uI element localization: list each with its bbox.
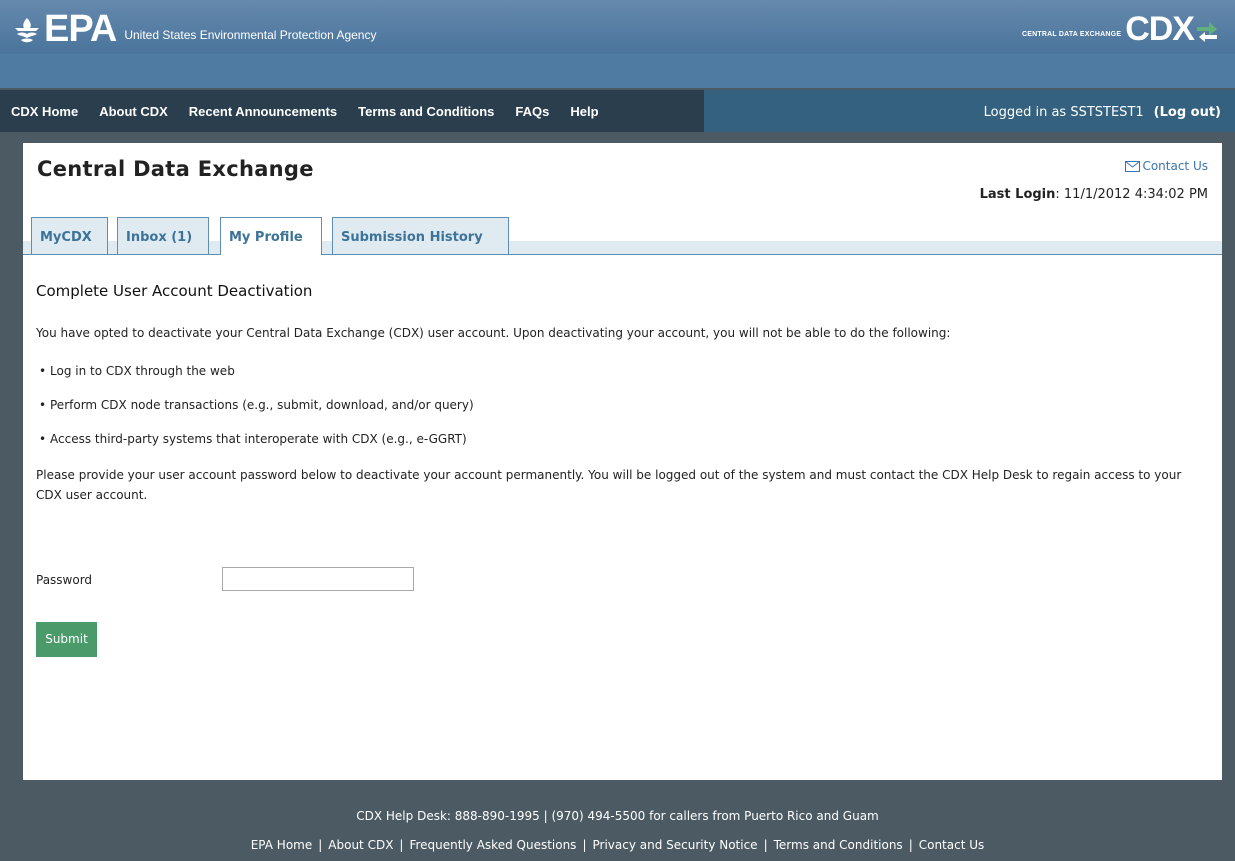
main-panel: Central Data Exchange Contact Us Last Lo… <box>23 143 1222 780</box>
epa-wordmark: EPA <box>44 8 117 50</box>
footer-link-about-cdx[interactable]: About CDX <box>328 838 393 852</box>
tab-inbox[interactable]: Inbox (1) <box>117 217 209 254</box>
cdx-subtitle: CENTRAL DATA EXCHANGE <box>1021 31 1122 38</box>
instruction-text: Please provide your user account passwor… <box>36 468 1182 502</box>
list-item-text: Access third-party systems that interope… <box>50 432 467 446</box>
nav-list: CDX Home About CDX Recent Announcements … <box>0 90 608 132</box>
list-item: • Access third-party systems that interop… <box>36 432 474 466</box>
nav-item-cdx-home[interactable]: CDX Home <box>0 104 87 119</box>
last-login: Last Login: 11/1/2012 4:34:02 PM <box>980 187 1208 202</box>
footer-link-terms[interactable]: Terms and Conditions <box>774 838 903 852</box>
footer-link-contact-us[interactable]: Contact Us <box>919 838 985 852</box>
consequence-list: • Log in to CDX through the web • Perform … <box>36 364 474 466</box>
site-footer: CDX Help Desk: 888-890-1995 | (970) 494-… <box>0 780 1235 861</box>
tab-divider <box>23 254 1222 255</box>
footer-link-epa-home[interactable]: EPA Home <box>251 838 313 852</box>
epa-logo[interactable]: EPA United States Environmental Protecti… <box>12 8 377 50</box>
nav-item-help[interactable]: Help <box>558 104 607 119</box>
list-item-text: Perform CDX node transactions (e.g., sub… <box>50 398 474 412</box>
submit-button[interactable]: Submit <box>36 622 97 657</box>
page-title: Central Data Exchange <box>37 157 314 181</box>
contact-us-label: Contact Us <box>1142 159 1208 173</box>
envelope-icon <box>1125 160 1141 172</box>
password-field[interactable] <box>222 567 414 591</box>
password-label: Password <box>36 573 93 587</box>
cdx-wordmark: CDX <box>1125 10 1195 48</box>
nav-item-faqs[interactable]: FAQs <box>503 104 558 119</box>
list-item-text: Log in to CDX through the web <box>50 364 235 378</box>
tab-mycdx[interactable]: MyCDX <box>31 217 108 254</box>
site-header: EPA United States Environmental Protecti… <box>0 0 1235 88</box>
epa-flower-icon <box>15 18 39 43</box>
tab-my-profile[interactable]: My Profile <box>220 217 322 255</box>
footer-separator: | <box>399 838 404 852</box>
footer-separator: | <box>582 838 587 852</box>
footer-link-faq[interactable]: Frequently Asked Questions <box>409 838 576 852</box>
section-title: Complete User Account Deactivation <box>36 282 313 300</box>
footer-separator: | <box>908 838 913 852</box>
logout-link[interactable]: (Log out) <box>1154 105 1221 120</box>
nav-item-about-cdx[interactable]: About CDX <box>87 104 177 119</box>
footer-link-privacy[interactable]: Privacy and Security Notice <box>592 838 757 852</box>
list-item: • Log in to CDX through the web <box>36 364 474 398</box>
footer-separator: | <box>763 838 768 852</box>
nav-item-terms[interactable]: Terms and Conditions <box>346 104 503 119</box>
bullet-icon: • <box>39 364 47 378</box>
bullet-icon: • <box>39 432 47 446</box>
logged-in-text: Logged in as SSTSTEST1 <box>983 105 1144 120</box>
exchange-arrows-icon <box>1197 22 1217 42</box>
cdx-logo[interactable]: CENTRAL DATA EXCHANGE CDX <box>1021 10 1219 48</box>
last-login-value: : 11/1/2012 4:34:02 PM <box>1055 187 1208 202</box>
footer-links: EPA Home | About CDX | Frequently Asked Ques… <box>0 838 1235 852</box>
last-login-label: Last Login <box>979 187 1056 202</box>
helpdesk-info: CDX Help Desk: 888-890-1995 | (970) 494-… <box>356 809 879 823</box>
intro-text: You have opted to deactivate your Centra… <box>36 326 951 340</box>
main-nav: CDX Home About CDX Recent Announcements … <box>0 90 1235 132</box>
login-status: Logged in as SSTSTEST1 (Log out) <box>984 105 1221 120</box>
footer-separator: | <box>318 838 323 852</box>
contact-us-link[interactable]: Contact Us <box>1125 159 1208 173</box>
tab-submission-history[interactable]: Submission History <box>332 217 509 254</box>
nav-item-recent-announcements[interactable]: Recent Announcements <box>177 104 346 119</box>
tab-bar: MyCDX Inbox (1) My Profile Submission Hi… <box>23 217 1222 255</box>
agency-name: United States Environmental Protection A… <box>124 28 377 42</box>
bullet-icon: • <box>39 398 47 412</box>
list-item: • Perform CDX node transactions (e.g., su… <box>36 398 474 432</box>
